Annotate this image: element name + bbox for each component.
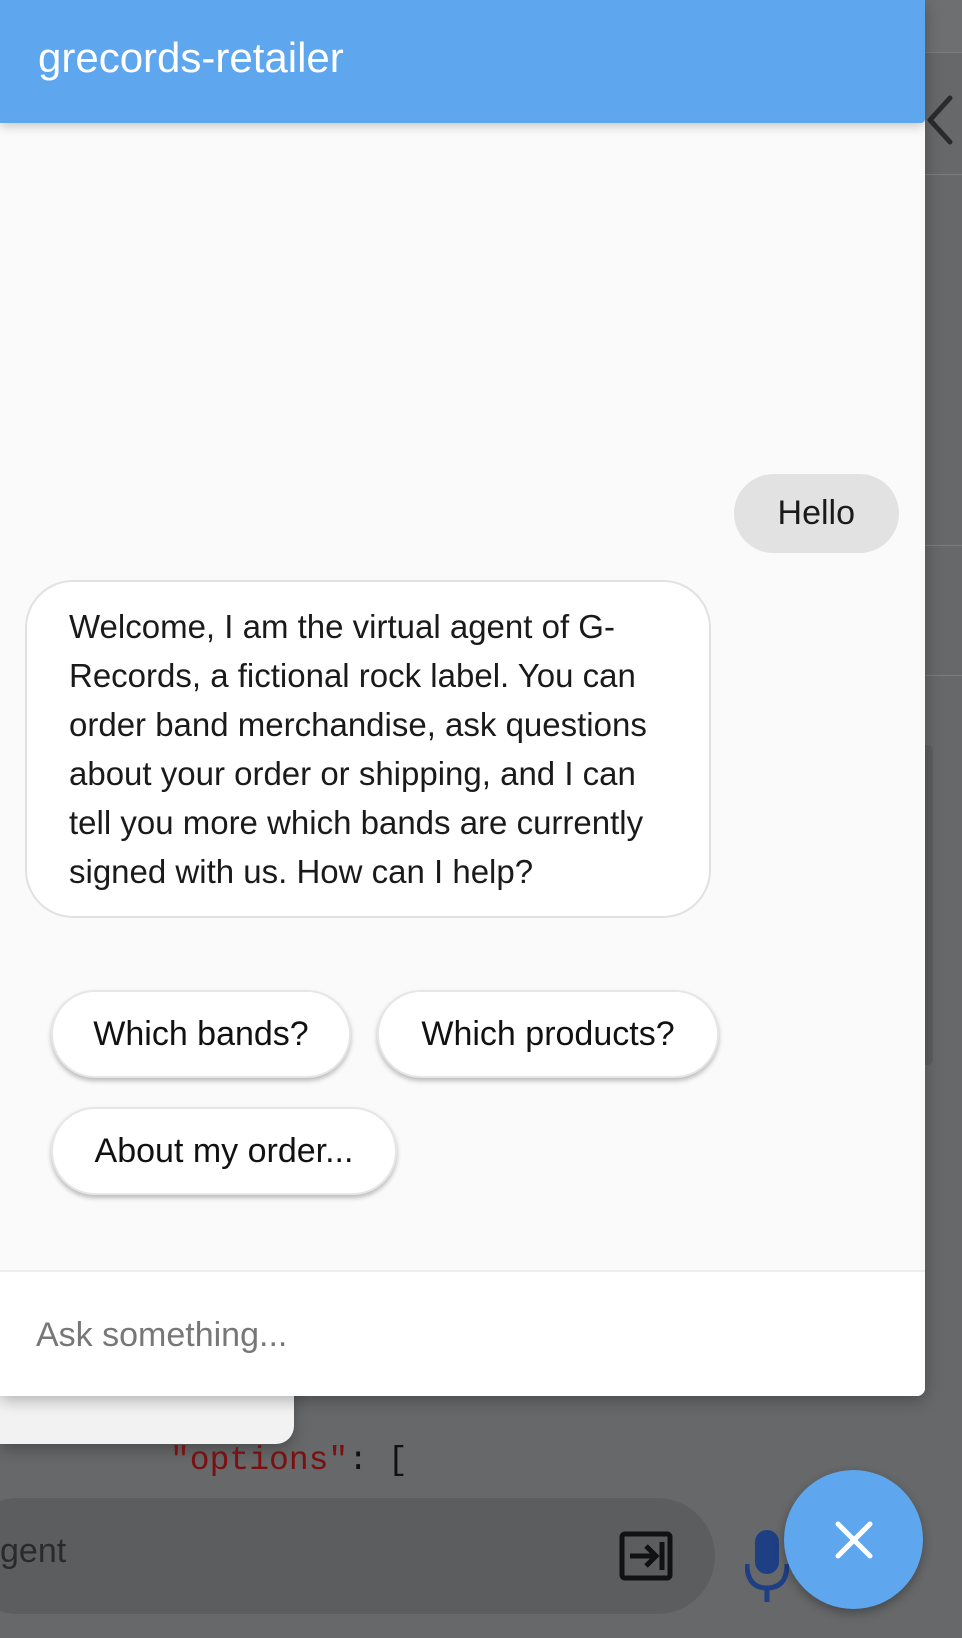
background-divider <box>925 675 962 676</box>
chat-window: grecords-retailer Hello Welcome, I am th… <box>0 0 925 1396</box>
close-chat-button[interactable] <box>784 1470 923 1609</box>
background-card <box>925 745 933 1065</box>
chat-input-area <box>0 1270 925 1396</box>
chevron-left-icon[interactable] <box>920 92 958 148</box>
enter-icon[interactable] <box>618 1530 674 1582</box>
bot-message: Welcome, I am the virtual agent of G-Rec… <box>25 580 711 918</box>
microphone-icon[interactable] <box>745 1528 789 1604</box>
background-code-line: "options": [ <box>170 1442 408 1479</box>
close-icon <box>835 1521 872 1558</box>
chat-header: grecords-retailer <box>0 0 925 123</box>
background-input-bar[interactable] <box>0 1498 715 1614</box>
background-divider <box>925 174 962 175</box>
background-input-text: gent <box>0 1532 67 1570</box>
suggestion-chip-which-bands[interactable]: Which bands? <box>51 990 351 1078</box>
code-key: "options" <box>170 1442 349 1479</box>
chat-title: grecords-retailer <box>38 34 344 81</box>
background-top-strip <box>925 0 962 52</box>
suggestion-chip-about-my-order[interactable]: About my order... <box>51 1107 397 1195</box>
suggestion-chip-which-products[interactable]: Which products? <box>377 990 719 1078</box>
user-message: Hello <box>733 474 899 553</box>
background-divider <box>925 52 962 53</box>
code-rest: : [ <box>348 1442 408 1479</box>
chat-input[interactable] <box>36 1300 896 1370</box>
background-divider <box>925 545 962 546</box>
